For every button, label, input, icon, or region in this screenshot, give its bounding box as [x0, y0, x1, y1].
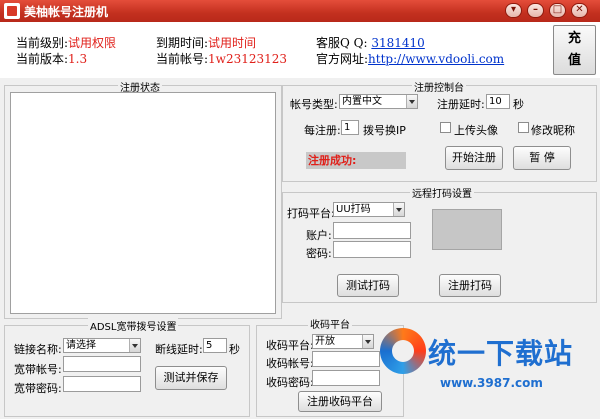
account-info: 当前帐号:1w23123123: [156, 50, 287, 67]
sms-account-input[interactable]: [312, 351, 380, 367]
delay-unit: 秒: [513, 98, 524, 111]
minimize-button[interactable]: –: [527, 3, 544, 18]
chevron-down-icon: [362, 335, 373, 348]
app-window: 美柚帐号注册机 ▾ – □ ✕ 当前级别:试用权限 当前版本:1.3 到期时间:…: [0, 0, 600, 419]
test-captcha-button[interactable]: 测试打码: [337, 274, 399, 297]
expire-value: 试用时间: [208, 36, 257, 50]
chevron-down-icon: [129, 339, 140, 352]
broadband-account-input[interactable]: [63, 356, 141, 372]
account-value: 1w23123123: [208, 52, 288, 66]
site-info: 官方网址:http://www.vdooli.com: [316, 50, 504, 67]
expire-label: 到期时间:: [156, 36, 209, 50]
broadband-password-label: 宽带密码:: [14, 382, 62, 395]
recharge-button[interactable]: 充 值: [553, 25, 596, 75]
captcha-platform-value: UU打码: [336, 204, 371, 215]
status-log[interactable]: [10, 92, 276, 314]
link-name-value: 请选择: [66, 340, 96, 351]
sms-password-label: 收码密码:: [266, 376, 314, 389]
register-captcha-button[interactable]: 注册打码: [439, 274, 501, 297]
captcha-platform-label: 打码平台:: [287, 207, 335, 220]
disconnect-delay-label: 断线延时:: [155, 343, 203, 356]
register-control-title: 注册控制台: [412, 79, 466, 94]
captcha-password-label: 密码:: [306, 247, 332, 260]
link-name-label: 链接名称:: [14, 343, 62, 356]
success-count: 注册成功:: [306, 152, 406, 169]
per-register-input[interactable]: 1: [341, 120, 359, 135]
captcha-image: [432, 209, 502, 250]
watermark-logo-icon: [380, 328, 426, 374]
delay-label: 注册延时:: [437, 98, 485, 111]
start-register-button[interactable]: 开始注册: [445, 146, 503, 170]
captcha-platform-select[interactable]: UU打码: [333, 202, 405, 217]
remote-captcha-title: 远程打码设置: [410, 185, 474, 200]
pause-button[interactable]: 暂 停: [513, 146, 571, 170]
chevron-down-icon: [406, 95, 417, 108]
test-save-button[interactable]: 测试并保存: [155, 366, 227, 390]
account-type-label: 帐号类型:: [290, 98, 338, 111]
upload-avatar-checkbox[interactable]: [440, 122, 451, 133]
version-info: 当前版本:1.3: [16, 50, 87, 67]
sms-platform-title: 收码平台: [308, 316, 352, 331]
site-link[interactable]: http://www.vdooli.com: [368, 52, 504, 66]
window-title: 美柚帐号注册机: [24, 5, 109, 19]
level-value: 试用权限: [68, 36, 117, 50]
disconnect-delay-input[interactable]: 5: [203, 338, 227, 353]
sms-account-label: 收码帐号:: [266, 357, 314, 370]
close-button[interactable]: ✕: [571, 3, 588, 18]
chevron-down-icon: [393, 203, 404, 216]
site-label: 官方网址:: [316, 52, 369, 66]
level-info: 当前级别:试用权限: [16, 34, 116, 51]
modify-nickname-checkbox[interactable]: [518, 122, 529, 133]
sms-password-input[interactable]: [312, 370, 380, 386]
register-sms-button[interactable]: 注册收码平台: [298, 391, 382, 412]
account-label: 当前帐号:: [156, 52, 209, 66]
adsl-title: ADSL宽带拨号设置: [88, 318, 179, 333]
watermark-text: 统一下载站: [428, 337, 574, 370]
per-register-suffix: 拨号换IP: [363, 124, 406, 137]
broadband-password-input[interactable]: [63, 376, 141, 392]
qq-info: 客服Q Q: 3181410: [316, 34, 425, 51]
settings-button[interactable]: ▾: [505, 3, 522, 18]
modify-nickname-label: 修改昵称: [531, 124, 575, 137]
sms-platform-label: 收码平台:: [266, 339, 314, 352]
watermark: 统一下载站 www.3987.com: [380, 328, 600, 419]
link-name-select[interactable]: 请选择: [63, 338, 141, 353]
level-label: 当前级别:: [16, 36, 69, 50]
watermark-url: www.3987.com: [440, 376, 543, 390]
upload-avatar-label: 上传头像: [454, 124, 498, 137]
version-label: 当前版本:: [16, 52, 69, 66]
delay-input[interactable]: 10: [486, 94, 510, 109]
sms-platform-value: 开放: [315, 336, 335, 347]
app-icon: [4, 3, 20, 19]
maximize-button[interactable]: □: [549, 3, 566, 18]
broadband-account-label: 宽带帐号:: [14, 363, 62, 376]
version-value: 1.3: [68, 52, 88, 66]
expire-info: 到期时间:试用时间: [156, 34, 256, 51]
account-type-value: 内置中文: [342, 96, 382, 107]
per-register-label: 每注册:: [304, 124, 341, 137]
account-type-select[interactable]: 内置中文: [339, 94, 418, 109]
captcha-account-label: 账户:: [306, 229, 332, 242]
qq-link[interactable]: 3181410: [371, 36, 424, 50]
qq-label: 客服Q Q:: [316, 36, 368, 50]
sms-platform-select[interactable]: 开放: [312, 334, 374, 349]
disconnect-delay-unit: 秒: [229, 343, 240, 356]
captcha-account-input[interactable]: [333, 222, 411, 239]
captcha-password-input[interactable]: [333, 241, 411, 258]
